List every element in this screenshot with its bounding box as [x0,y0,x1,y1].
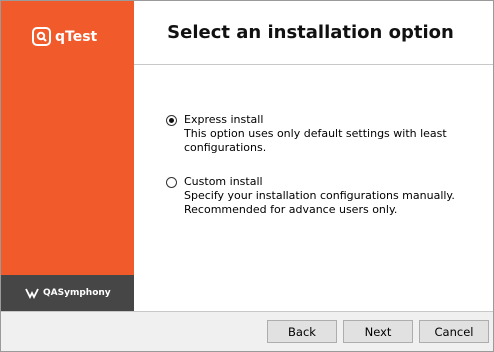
radio-custom-install[interactable] [166,177,177,188]
header: Select an installation option [134,1,493,65]
option-label: Express install [184,113,264,126]
brand-text: QASymphony [43,288,111,298]
option-label: Custom install [184,175,263,188]
option-express-install[interactable]: Express install This option uses only de… [166,113,474,155]
footer: Back Next Cancel [1,311,493,352]
option-custom-install[interactable]: Custom install Specify your installation… [166,175,474,217]
radio-express-install[interactable] [166,115,177,126]
option-description: Specify your installation configurations… [184,189,455,216]
logo-text: qTest [55,28,98,45]
qasymphony-icon [25,288,39,299]
page-title: Select an installation option [167,22,454,43]
option-description: This option uses only default settings w… [184,127,447,154]
cancel-button[interactable]: Cancel [419,320,489,343]
qtest-logo: qTest [32,27,97,46]
sidebar: qTest QASymphony [1,1,134,311]
qtest-logo-icon [32,27,51,46]
next-button[interactable]: Next [343,320,413,343]
main-panel: Select an installation option Express in… [134,1,493,311]
back-button[interactable]: Back [267,320,337,343]
brand-strip: QASymphony [1,275,134,311]
